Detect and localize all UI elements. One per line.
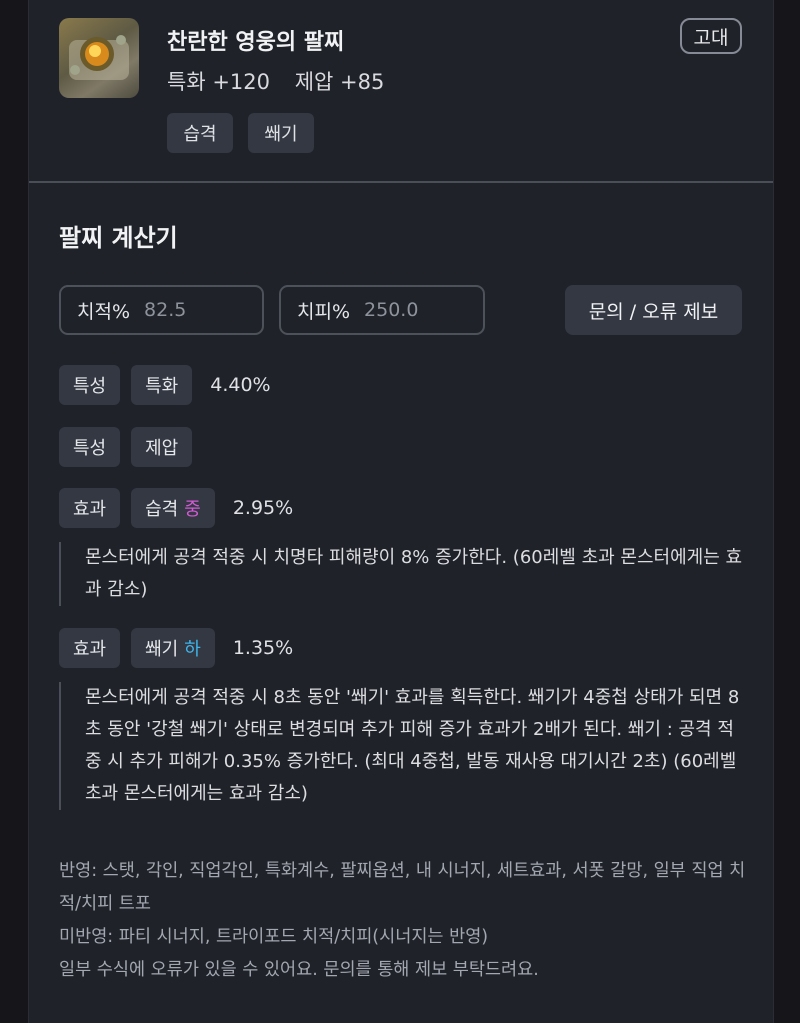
item-name: 찬란한 영웅의 팔찌 bbox=[167, 30, 345, 55]
crit-damage-input[interactable] bbox=[364, 299, 475, 321]
effect-grade-mid: 중 bbox=[184, 499, 201, 520]
notes-disclaimer: 일부 수식에 오류가 있을 수 있어요. 문의를 통해 제보 부탁드려요. bbox=[59, 960, 539, 980]
row-name-tag: 제압 bbox=[131, 427, 193, 467]
stat-row-subdue: 특성 제압 bbox=[59, 427, 193, 467]
effect-description-ambush: 몬스터에게 공격 적중 시 치명타 피해량이 8% 증가한다. (60레벨 초과… bbox=[59, 542, 743, 606]
row-name-tag: 특화 bbox=[131, 365, 193, 405]
crit-rate-input[interactable] bbox=[144, 299, 255, 321]
stat-row-specialization: 특성 특화 4.40% bbox=[59, 365, 271, 405]
row-kind-tag: 효과 bbox=[59, 488, 121, 528]
item-stat-subdue: 제압 +85 bbox=[294, 70, 385, 94]
item-stats: 특화 +120 제압 +85 bbox=[167, 66, 384, 96]
row-value: 1.35% bbox=[232, 637, 294, 659]
item-tag-ambush: 습격 bbox=[167, 113, 233, 153]
crit-damage-field[interactable]: 치피% bbox=[279, 285, 485, 335]
row-value: 4.40% bbox=[210, 374, 271, 396]
report-error-button[interactable]: 문의 / 오류 제보 bbox=[565, 285, 742, 335]
calculator-notes: 반영: 스탯, 각인, 직업각인, 특화계수, 팔찌옵션, 내 시너지, 세트효… bbox=[59, 855, 749, 987]
effect-description-wedge: 몬스터에게 공격 적중 시 8초 동안 '쐐기' 효과를 획득한다. 쐐기가 4… bbox=[59, 682, 743, 810]
crit-rate-label: 치적% bbox=[77, 300, 131, 323]
row-value: 2.95% bbox=[232, 497, 294, 519]
item-tag-wedge: 쐐기 bbox=[248, 113, 314, 153]
row-name-tag: 쐐기 하 bbox=[131, 628, 215, 668]
bracelet-panel: 찬란한 영웅의 팔찌 특화 +120 제압 +85 고대 습격 쐐기 팔찌 계산… bbox=[28, 0, 774, 1023]
crit-rate-field[interactable]: 치적% bbox=[59, 285, 264, 335]
effect-grade-low: 하 bbox=[184, 639, 201, 660]
row-kind-tag: 특성 bbox=[59, 365, 121, 405]
item-stat-specialization: 특화 +120 bbox=[167, 70, 270, 94]
calculator-title: 팔찌 계산기 bbox=[59, 224, 178, 252]
row-kind-tag: 효과 bbox=[59, 628, 121, 668]
section-divider bbox=[29, 181, 773, 183]
effect-row-ambush: 효과 습격 중 2.95% bbox=[59, 488, 293, 528]
crit-damage-label: 치피% bbox=[297, 300, 351, 323]
effect-name: 쐐기 bbox=[145, 639, 179, 660]
notes-reflected: 반영: 스탯, 각인, 직업각인, 특화계수, 팔찌옵션, 내 시너지, 세트효… bbox=[59, 861, 746, 914]
effect-name: 습격 bbox=[145, 499, 179, 520]
bracelet-item-image bbox=[59, 18, 139, 98]
notes-not-reflected: 미반영: 파티 시너지, 트라이포드 치적/치피(시너지는 반영) bbox=[59, 927, 489, 947]
item-grade-badge: 고대 bbox=[680, 18, 742, 54]
row-name-tag: 습격 중 bbox=[131, 488, 215, 528]
effect-row-wedge: 효과 쐐기 하 1.35% bbox=[59, 628, 293, 668]
row-kind-tag: 특성 bbox=[59, 427, 121, 467]
